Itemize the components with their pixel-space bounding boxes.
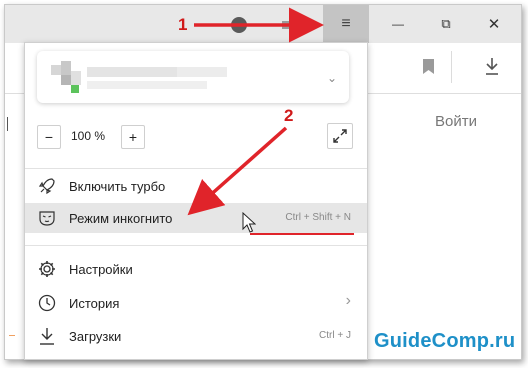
step-1-label: 1 — [178, 15, 188, 34]
arrow-to-incognito — [187, 126, 288, 216]
watermark: GuideComp.ru — [374, 330, 516, 352]
annotation-arrows — [187, 7, 324, 216]
screenshot-frame: ≡ — ⧉ ✕ Войти ⌄ − 100 % + Включить турбо… — [0, 0, 528, 368]
step-2-label: 2 — [284, 106, 294, 125]
